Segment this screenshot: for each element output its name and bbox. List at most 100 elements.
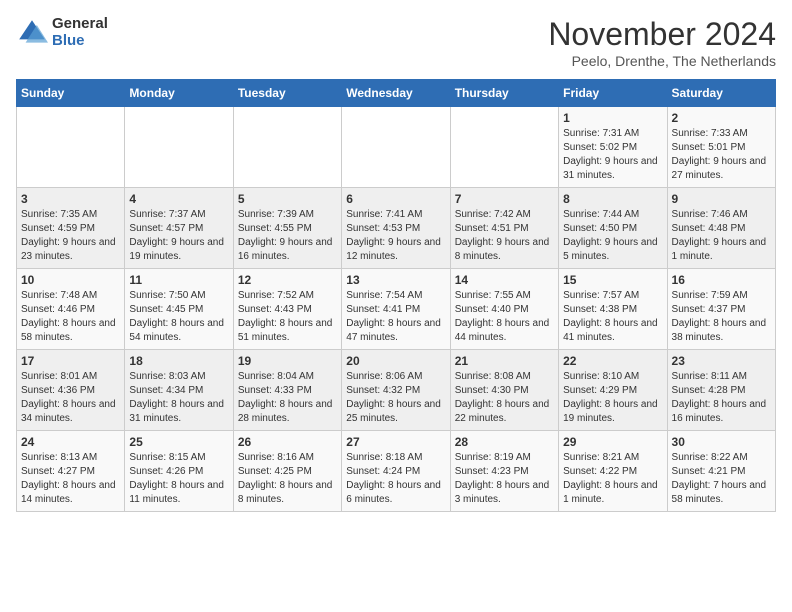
- day-number: 11: [129, 273, 228, 287]
- calendar-cell: 18 Sunrise: 8:03 AMSunset: 4:34 PMDayligh…: [125, 350, 233, 431]
- day-info: Sunrise: 7:35 AMSunset: 4:59 PMDaylight:…: [21, 208, 120, 264]
- day-number: 2: [672, 111, 771, 125]
- day-info: Sunrise: 7:55 AMSunset: 4:40 PMDaylight:…: [455, 289, 554, 345]
- calendar-cell: 20 Sunrise: 8:06 AMSunset: 4:32 PMDayligh…: [342, 350, 450, 431]
- day-info: Sunrise: 8:15 AMSunset: 4:26 PMDaylight:…: [129, 451, 228, 507]
- day-info: Sunrise: 8:19 AMSunset: 4:23 PMDaylight:…: [455, 451, 554, 507]
- calendar-cell: 11 Sunrise: 7:50 AMSunset: 4:45 PMDayligh…: [125, 269, 233, 350]
- calendar-cell: 7 Sunrise: 7:42 AMSunset: 4:51 PMDaylight…: [450, 188, 558, 269]
- calendar-cell: [342, 107, 450, 188]
- day-number: 26: [238, 435, 337, 449]
- day-number: 10: [21, 273, 120, 287]
- calendar-cell: [233, 107, 341, 188]
- day-number: 5: [238, 192, 337, 206]
- day-number: 13: [346, 273, 445, 287]
- day-number: 6: [346, 192, 445, 206]
- day-number: 12: [238, 273, 337, 287]
- calendar-cell: 3 Sunrise: 7:35 AMSunset: 4:59 PMDaylight…: [17, 188, 125, 269]
- weekday-header-cell: Wednesday: [342, 80, 450, 107]
- day-info: Sunrise: 8:03 AMSunset: 4:34 PMDaylight:…: [129, 370, 228, 426]
- logo: General Blue: [16, 16, 108, 49]
- day-info: Sunrise: 7:33 AMSunset: 5:01 PMDaylight:…: [672, 127, 771, 183]
- day-info: Sunrise: 7:31 AMSunset: 5:02 PMDaylight:…: [563, 127, 662, 183]
- calendar-cell: 8 Sunrise: 7:44 AMSunset: 4:50 PMDaylight…: [559, 188, 667, 269]
- calendar-body: 1 Sunrise: 7:31 AMSunset: 5:02 PMDaylight…: [17, 107, 776, 512]
- day-number: 1: [563, 111, 662, 125]
- calendar-table: SundayMondayTuesdayWednesdayThursdayFrid…: [16, 79, 776, 512]
- day-info: Sunrise: 8:10 AMSunset: 4:29 PMDaylight:…: [563, 370, 662, 426]
- logo-icon: [16, 17, 48, 49]
- day-number: 18: [129, 354, 228, 368]
- calendar-cell: 14 Sunrise: 7:55 AMSunset: 4:40 PMDayligh…: [450, 269, 558, 350]
- calendar-cell: 16Sunrise: 7:59 AMSunset: 4:37 PMDayligh…: [667, 269, 775, 350]
- day-info: Sunrise: 7:44 AMSunset: 4:50 PMDaylight:…: [563, 208, 662, 264]
- calendar-week-row: 17 Sunrise: 8:01 AMSunset: 4:36 PMDayligh…: [17, 350, 776, 431]
- weekday-header-cell: Saturday: [667, 80, 775, 107]
- calendar-cell: 13 Sunrise: 7:54 AMSunset: 4:41 PMDayligh…: [342, 269, 450, 350]
- weekday-header-cell: Monday: [125, 80, 233, 107]
- calendar-cell: 6 Sunrise: 7:41 AMSunset: 4:53 PMDaylight…: [342, 188, 450, 269]
- weekday-header-cell: Thursday: [450, 80, 558, 107]
- calendar-cell: 22 Sunrise: 8:10 AMSunset: 4:29 PMDayligh…: [559, 350, 667, 431]
- day-info: Sunrise: 7:48 AMSunset: 4:46 PMDaylight:…: [21, 289, 120, 345]
- calendar-cell: 27 Sunrise: 8:18 AMSunset: 4:24 PMDayligh…: [342, 431, 450, 512]
- day-number: 22: [563, 354, 662, 368]
- calendar-cell: 24Sunrise: 8:13 AMSunset: 4:27 PMDayligh…: [17, 431, 125, 512]
- calendar-cell: 10 Sunrise: 7:48 AMSunset: 4:46 PMDayligh…: [17, 269, 125, 350]
- calendar-cell: 15 Sunrise: 7:57 AMSunset: 4:38 PMDayligh…: [559, 269, 667, 350]
- calendar-week-row: 10 Sunrise: 7:48 AMSunset: 4:46 PMDayligh…: [17, 269, 776, 350]
- day-number: 19: [238, 354, 337, 368]
- calendar-week-row: 3 Sunrise: 7:35 AMSunset: 4:59 PMDaylight…: [17, 188, 776, 269]
- calendar-cell: [125, 107, 233, 188]
- weekday-header-cell: Friday: [559, 80, 667, 107]
- day-info: Sunrise: 7:57 AMSunset: 4:38 PMDaylight:…: [563, 289, 662, 345]
- calendar-cell: 28 Sunrise: 8:19 AMSunset: 4:23 PMDayligh…: [450, 431, 558, 512]
- day-info: Sunrise: 8:04 AMSunset: 4:33 PMDaylight:…: [238, 370, 337, 426]
- day-info: Sunrise: 7:37 AMSunset: 4:57 PMDaylight:…: [129, 208, 228, 264]
- location-subtitle: Peelo, Drenthe, The Netherlands: [548, 53, 776, 69]
- calendar-cell: 19 Sunrise: 8:04 AMSunset: 4:33 PMDayligh…: [233, 350, 341, 431]
- day-number: 4: [129, 192, 228, 206]
- day-number: 17: [21, 354, 120, 368]
- calendar-cell: [450, 107, 558, 188]
- day-number: 7: [455, 192, 554, 206]
- day-info: Sunrise: 7:42 AMSunset: 4:51 PMDaylight:…: [455, 208, 554, 264]
- day-info: Sunrise: 8:16 AMSunset: 4:25 PMDaylight:…: [238, 451, 337, 507]
- logo-general-text: General: [52, 16, 108, 33]
- day-number: 25: [129, 435, 228, 449]
- calendar-cell: 17 Sunrise: 8:01 AMSunset: 4:36 PMDayligh…: [17, 350, 125, 431]
- day-number: 20: [346, 354, 445, 368]
- day-number: 3: [21, 192, 120, 206]
- day-number: 29: [563, 435, 662, 449]
- day-info: Sunrise: 8:18 AMSunset: 4:24 PMDaylight:…: [346, 451, 445, 507]
- day-info: Sunrise: 7:41 AMSunset: 4:53 PMDaylight:…: [346, 208, 445, 264]
- day-info: Sunrise: 7:39 AMSunset: 4:55 PMDaylight:…: [238, 208, 337, 264]
- day-info: Sunrise: 7:54 AMSunset: 4:41 PMDaylight:…: [346, 289, 445, 345]
- day-number: 9: [672, 192, 771, 206]
- calendar-cell: 4 Sunrise: 7:37 AMSunset: 4:57 PMDaylight…: [125, 188, 233, 269]
- calendar-cell: [17, 107, 125, 188]
- day-info: Sunrise: 8:08 AMSunset: 4:30 PMDaylight:…: [455, 370, 554, 426]
- weekday-header-row: SundayMondayTuesdayWednesdayThursdayFrid…: [17, 80, 776, 107]
- day-number: 14: [455, 273, 554, 287]
- calendar-week-row: 24Sunrise: 8:13 AMSunset: 4:27 PMDayligh…: [17, 431, 776, 512]
- day-number: 27: [346, 435, 445, 449]
- day-info: Sunrise: 7:52 AMSunset: 4:43 PMDaylight:…: [238, 289, 337, 345]
- calendar-cell: 25 Sunrise: 8:15 AMSunset: 4:26 PMDayligh…: [125, 431, 233, 512]
- day-info: Sunrise: 7:50 AMSunset: 4:45 PMDaylight:…: [129, 289, 228, 345]
- day-info: Sunrise: 8:06 AMSunset: 4:32 PMDaylight:…: [346, 370, 445, 426]
- day-info: Sunrise: 8:01 AMSunset: 4:36 PMDaylight:…: [21, 370, 120, 426]
- day-info: Sunrise: 8:21 AMSunset: 4:22 PMDaylight:…: [563, 451, 662, 507]
- calendar-cell: 5 Sunrise: 7:39 AMSunset: 4:55 PMDaylight…: [233, 188, 341, 269]
- calendar-cell: 21Sunrise: 8:08 AMSunset: 4:30 PMDayligh…: [450, 350, 558, 431]
- day-info: Sunrise: 8:11 AMSunset: 4:28 PMDaylight:…: [672, 370, 771, 426]
- calendar-cell: 1 Sunrise: 7:31 AMSunset: 5:02 PMDaylight…: [559, 107, 667, 188]
- calendar-cell: 29 Sunrise: 8:21 AMSunset: 4:22 PMDayligh…: [559, 431, 667, 512]
- day-number: 30: [672, 435, 771, 449]
- weekday-header-cell: Tuesday: [233, 80, 341, 107]
- calendar-cell: 26 Sunrise: 8:16 AMSunset: 4:25 PMDayligh…: [233, 431, 341, 512]
- day-number: 8: [563, 192, 662, 206]
- calendar-cell: 23Sunrise: 8:11 AMSunset: 4:28 PMDayligh…: [667, 350, 775, 431]
- day-number: 28: [455, 435, 554, 449]
- day-number: 15: [563, 273, 662, 287]
